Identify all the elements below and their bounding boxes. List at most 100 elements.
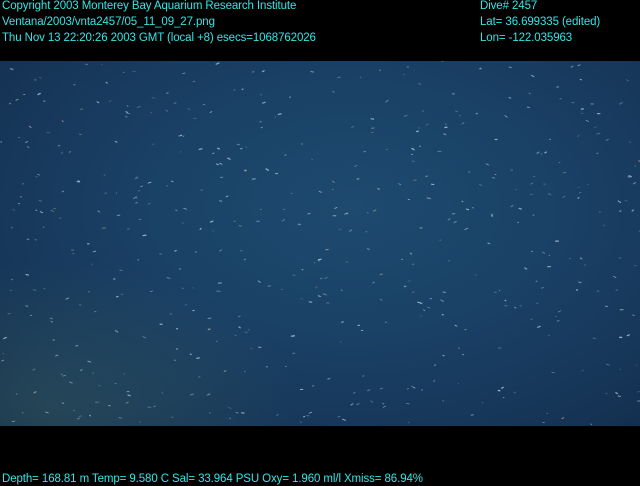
particle [62,374,66,377]
particle [179,151,182,153]
particle [340,289,343,291]
particle [579,257,583,260]
particle [190,393,194,396]
particle [76,180,80,183]
particle [15,98,19,101]
particle [10,278,14,281]
particle [79,133,82,135]
particle [199,227,202,230]
particle [185,303,187,306]
particle [626,334,630,337]
particle [238,225,242,227]
particle [68,151,71,153]
particle [372,281,375,284]
particle [594,126,597,128]
particle [142,336,147,339]
longitude-text: Lon= -122.035963 [480,32,573,44]
particle [21,183,25,185]
particle [419,315,423,317]
particle [215,62,220,65]
particle [411,291,415,294]
particle [440,299,444,302]
particle [149,290,154,292]
particle [385,99,389,103]
particle [140,185,143,188]
particle [596,152,599,154]
particle [281,219,286,222]
particle [615,392,618,395]
image-path-text: Ventana/2003/vnta2457/05_11_09_27.png [2,16,215,28]
particle [12,208,16,211]
particle [403,114,408,117]
particle [147,181,152,184]
particle [187,108,191,111]
particle [590,423,593,425]
particle [219,249,222,252]
particle [103,174,106,176]
particle [57,144,61,147]
particle [25,274,30,276]
particle [126,112,130,115]
particle [344,212,348,215]
particle [182,72,186,75]
particle [461,122,465,125]
particle [39,211,43,214]
particle [508,97,512,99]
particle [265,168,269,171]
particle [127,394,131,397]
particle [45,411,49,414]
particle [18,136,20,139]
underwater-scene [0,61,640,426]
particle [78,415,82,418]
particle [55,354,59,357]
particle [481,401,484,404]
particle [317,259,320,262]
particle [235,411,239,414]
particle [198,376,201,378]
particle [558,310,562,313]
particle [562,195,566,198]
latitude-text: Lat= 36.699335 (edited) [480,16,601,28]
particle [193,117,197,120]
particle [125,115,128,118]
particle [354,165,358,167]
particle [228,407,232,409]
particle [118,417,122,419]
particle [324,276,328,280]
particle [464,227,469,230]
particle [372,209,377,212]
particle [80,108,84,111]
particle [605,138,609,141]
particle [490,213,494,215]
sensor-readout-text: Depth= 168.81 m Temp= 9.580 C Sal= 33.96… [2,473,423,485]
particle [277,113,282,116]
particle [454,324,458,327]
particle [120,293,124,296]
particle [307,212,311,215]
particle [2,352,5,355]
particle [508,66,512,69]
particle [402,73,406,76]
copyright-text: Copyright 2003 Monterey Bay Aquarium Res… [2,0,297,12]
particle [379,273,383,276]
particle [418,127,420,129]
particle [97,210,101,213]
particle [34,238,38,241]
particle [411,160,415,163]
particle [174,249,177,252]
particle [485,163,490,166]
particle [318,190,322,193]
particle [223,370,227,372]
particle [592,337,597,340]
particle [577,64,581,67]
particle [192,80,196,83]
particle [633,182,636,185]
particle [619,101,623,105]
particle [182,135,185,137]
particle [455,110,458,112]
particle [519,305,522,307]
particle [379,387,383,390]
particle [69,381,73,384]
particle [369,400,374,403]
particle [624,200,628,202]
